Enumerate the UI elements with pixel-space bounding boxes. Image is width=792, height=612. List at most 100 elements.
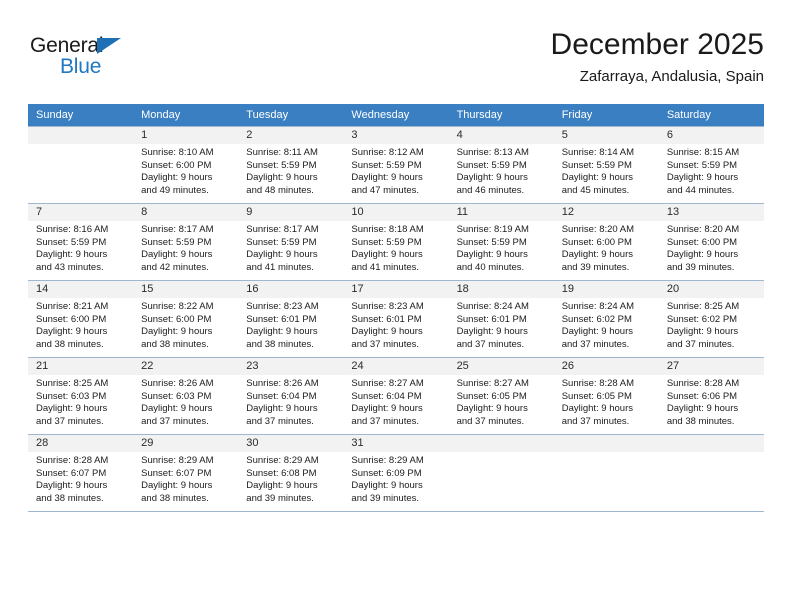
daylight-duration-line1: Daylight: 9 hours [246,326,318,338]
weekday-header-wednesday: Wednesday [343,104,449,127]
calendar-day-cell[interactable]: 21 Sunrise: 8:25 AM Sunset: 6:03 PM Dayligh… [28,357,134,435]
sunset-time: Sunset: 5:59 PM [141,236,212,248]
day-number [448,435,554,452]
title-block: December 2025 Zafarraya, Andalusia, Spai… [551,26,764,88]
day-number: 6 [658,127,764,144]
day-details: Sunrise: 8:29 AM Sunset: 6:09 PM Daylight:… [343,452,448,505]
calendar-cell-empty [553,434,659,512]
daylight-duration-line2: and 37 minutes. [351,338,420,350]
general-blue-logo[interactable]: General Blue [30,34,210,90]
calendar-day-cell[interactable]: 19 Sunrise: 8:24 AM Sunset: 6:02 PM Dayligh… [553,280,659,358]
calendar-day-cell[interactable]: 30 Sunrise: 8:29 AM Sunset: 6:08 PM Dayligh… [238,434,344,512]
calendar-day-cell[interactable]: 24 Sunrise: 8:27 AM Sunset: 6:04 PM Dayligh… [343,357,449,435]
calendar-day-cell[interactable]: 9 Sunrise: 8:17 AM Sunset: 5:59 PM Daylight… [238,203,344,281]
calendar-day-cell[interactable]: 28 Sunrise: 8:28 AM Sunset: 6:07 PM Dayligh… [28,434,134,512]
sunrise-time: Sunrise: 8:10 AM [141,147,214,158]
daylight-duration-line1: Daylight: 9 hours [561,326,633,338]
sunrise-time: Sunrise: 8:23 AM [351,301,424,312]
sunset-time: Sunset: 6:01 PM [246,313,317,325]
day-details: Sunrise: 8:21 AM Sunset: 6:00 PM Daylight:… [28,298,133,351]
calendar-day-cell[interactable]: 16 Sunrise: 8:23 AM Sunset: 6:01 PM Dayligh… [238,280,344,358]
daylight-duration-line1: Daylight: 9 hours [36,326,108,338]
sunrise-time: Sunrise: 8:16 AM [36,224,109,235]
daylight-duration-line2: and 45 minutes. [561,184,630,196]
calendar-day-cell[interactable]: 29 Sunrise: 8:29 AM Sunset: 6:07 PM Dayligh… [133,434,239,512]
calendar-day-cell[interactable]: 25 Sunrise: 8:27 AM Sunset: 6:05 PM Dayligh… [448,357,554,435]
day-number: 29 [133,435,239,452]
calendar-day-cell[interactable]: 20 Sunrise: 8:25 AM Sunset: 6:02 PM Dayligh… [658,280,764,358]
calendar-day-cell[interactable]: 17 Sunrise: 8:23 AM Sunset: 6:01 PM Dayligh… [343,280,449,358]
calendar-day-cell[interactable]: 23 Sunrise: 8:26 AM Sunset: 6:04 PM Dayligh… [238,357,344,435]
daylight-duration-line1: Daylight: 9 hours [456,326,528,338]
daylight-duration-line2: and 43 minutes. [36,261,104,273]
sunset-time: Sunset: 6:00 PM [141,159,212,171]
daylight-duration-line2: and 37 minutes. [351,415,420,427]
daylight-duration-line2: and 37 minutes. [666,338,735,350]
calendar-day-cell[interactable]: 31 Sunrise: 8:29 AM Sunset: 6:09 PM Dayligh… [343,434,449,512]
page-title: December 2025 [550,28,764,61]
calendar-day-cell[interactable]: 5 Sunrise: 8:14 AM Sunset: 5:59 PM Daylight… [553,126,659,204]
sunrise-time: Sunrise: 8:11 AM [246,147,318,158]
day-number: 25 [448,358,554,375]
day-details: Sunrise: 8:20 AM Sunset: 6:00 PM Daylight:… [554,221,659,274]
daylight-duration-line2: and 42 minutes. [141,261,209,273]
day-number: 31 [343,435,449,452]
day-details: Sunrise: 8:16 AM Sunset: 5:59 PM Daylight:… [28,221,133,274]
daylight-duration-line1: Daylight: 9 hours [561,403,633,415]
calendar-day-cell[interactable]: 18 Sunrise: 8:24 AM Sunset: 6:01 PM Dayligh… [448,280,554,358]
calendar-day-cell[interactable]: 15 Sunrise: 8:22 AM Sunset: 6:00 PM Dayligh… [133,280,239,358]
calendar-week-row: 21 Sunrise: 8:25 AM Sunset: 6:03 PM Dayligh… [28,357,764,435]
calendar-day-cell[interactable]: 27 Sunrise: 8:28 AM Sunset: 6:06 PM Dayligh… [658,357,764,435]
calendar-day-cell[interactable]: 12 Sunrise: 8:20 AM Sunset: 6:00 PM Dayligh… [553,203,659,281]
day-number: 20 [658,281,764,298]
daylight-duration-line1: Daylight: 9 hours [666,172,739,184]
daylight-duration-line2: and 41 minutes. [246,261,314,273]
day-details: Sunrise: 8:10 AM Sunset: 6:00 PM Daylight:… [133,144,238,197]
daylight-duration-line1: Daylight: 9 hours [666,326,739,338]
calendar-day-cell[interactable]: 3 Sunrise: 8:12 AM Sunset: 5:59 PM Daylight… [343,126,449,204]
day-number: 30 [238,435,344,452]
day-details: Sunrise: 8:23 AM Sunset: 6:01 PM Daylight:… [343,298,448,351]
calendar-day-cell[interactable]: 2 Sunrise: 8:11 AM Sunset: 5:59 PM Daylight… [238,126,344,204]
calendar-day-cell[interactable]: 11 Sunrise: 8:19 AM Sunset: 5:59 PM Dayligh… [448,203,554,281]
day-details: Sunrise: 8:22 AM Sunset: 6:00 PM Daylight:… [133,298,238,351]
calendar-day-cell[interactable]: 13 Sunrise: 8:20 AM Sunset: 6:00 PM Dayligh… [658,203,764,281]
calendar-day-cell[interactable]: 22 Sunrise: 8:26 AM Sunset: 6:03 PM Dayligh… [133,357,239,435]
day-details: Sunrise: 8:24 AM Sunset: 6:02 PM Daylight:… [554,298,659,351]
day-number: 10 [343,204,449,221]
day-number: 22 [133,358,239,375]
calendar-day-cell[interactable]: 1 Sunrise: 8:10 AM Sunset: 6:00 PM Daylight… [133,126,239,204]
calendar-day-cell[interactable]: 14 Sunrise: 8:21 AM Sunset: 6:00 PM Dayligh… [28,280,134,358]
sunset-time: Sunset: 5:59 PM [246,236,317,248]
daylight-duration-line2: and 47 minutes. [351,184,420,196]
day-number: 15 [133,281,239,298]
calendar-day-cell[interactable]: 4 Sunrise: 8:13 AM Sunset: 5:59 PM Daylight… [448,126,554,204]
sunset-time: Sunset: 6:02 PM [666,313,738,325]
calendar-day-cell[interactable]: 26 Sunrise: 8:28 AM Sunset: 6:05 PM Dayligh… [553,357,659,435]
sunrise-time: Sunrise: 8:28 AM [36,455,109,466]
sunset-time: Sunset: 6:06 PM [666,390,738,402]
calendar-day-cell[interactable]: 8 Sunrise: 8:17 AM Sunset: 5:59 PM Daylight… [133,203,239,281]
sunset-time: Sunset: 6:00 PM [561,236,632,248]
daylight-duration-line2: and 49 minutes. [141,184,209,196]
daylight-duration-line2: and 37 minutes. [141,415,209,427]
calendar-day-cell[interactable]: 10 Sunrise: 8:18 AM Sunset: 5:59 PM Dayligh… [343,203,449,281]
calendar-day-cell[interactable]: 6 Sunrise: 8:15 AM Sunset: 5:59 PM Daylight… [658,126,764,204]
day-details: Sunrise: 8:19 AM Sunset: 5:59 PM Daylight:… [449,221,554,274]
daylight-duration-line1: Daylight: 9 hours [246,403,318,415]
sunrise-time: Sunrise: 8:27 AM [351,378,424,389]
sunrise-time: Sunrise: 8:29 AM [246,455,319,466]
day-number: 12 [553,204,659,221]
daylight-duration-line1: Daylight: 9 hours [36,480,108,492]
calendar-week-row: 7 Sunrise: 8:16 AM Sunset: 5:59 PM Daylight… [28,203,764,281]
sunrise-time: Sunrise: 8:24 AM [561,301,635,312]
day-details: Sunrise: 8:27 AM Sunset: 6:05 PM Daylight:… [449,375,554,428]
daylight-duration-line2: and 37 minutes. [561,415,630,427]
day-details: Sunrise: 8:18 AM Sunset: 5:59 PM Daylight:… [343,221,448,274]
sunrise-time: Sunrise: 8:20 AM [561,224,635,235]
day-number: 23 [238,358,344,375]
sunset-time: Sunset: 6:07 PM [141,467,212,479]
day-number: 19 [553,281,659,298]
sunrise-time: Sunrise: 8:15 AM [666,147,740,158]
calendar-day-cell[interactable]: 7 Sunrise: 8:16 AM Sunset: 5:59 PM Daylight… [28,203,134,281]
